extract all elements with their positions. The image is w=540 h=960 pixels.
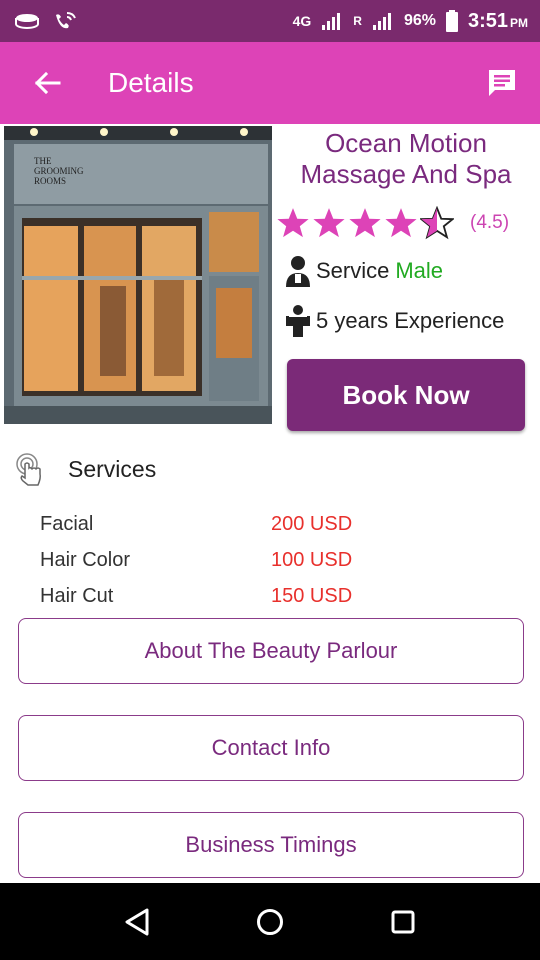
service-type-row: Service Male (284, 254, 443, 288)
service-item: Hair Color 100 USD (40, 542, 380, 578)
nav-home-button[interactable] (250, 902, 290, 942)
battery-icon (445, 10, 458, 32)
nav-recents-button[interactable] (383, 902, 423, 942)
square-recents-icon (391, 910, 415, 933)
service-price: 200 USD (271, 512, 353, 535)
shop-photo: THE GROOMING ROOMS (4, 126, 272, 424)
wifi-call-icon (56, 12, 76, 29)
signal-icon (322, 13, 341, 30)
page-title: Details (108, 67, 194, 98)
service-name: Hair Cut (40, 584, 114, 607)
storage-icon (15, 14, 39, 29)
star-full-icon (349, 208, 381, 238)
about-button[interactable]: About The Beauty Parlour (18, 618, 524, 684)
service-name: Hair Color (40, 548, 131, 571)
status-bar-right: 4G R 96% 3:51 PM (293, 10, 528, 33)
business-timings-button[interactable]: Business Timings (18, 812, 524, 878)
book-now-button[interactable]: Book Now (287, 359, 525, 431)
touch-icon (16, 453, 41, 486)
service-gender: Male (395, 258, 444, 283)
battery-percent: 96% (403, 12, 436, 29)
service-label: Service (316, 258, 390, 283)
services-header: Services (14, 452, 156, 486)
signal-2-icon (372, 13, 391, 30)
app-bar: Details (0, 42, 540, 124)
service-item: Facial 200 USD (40, 506, 380, 542)
services-title: Services (68, 455, 157, 482)
service-price: 100 USD (271, 548, 353, 571)
service-name: Facial (40, 512, 94, 535)
star-full-icon (277, 208, 309, 238)
clock: 3:51 PM (468, 10, 528, 33)
triangle-back-icon (125, 908, 149, 935)
circle-home-icon (256, 908, 283, 935)
network-type: 4G (292, 13, 312, 29)
rating-value: (4.5) (470, 212, 510, 233)
service-item: Hair Cut 150 USD (40, 578, 380, 614)
status-bar: 4G R 96% 3:51 PM (0, 0, 540, 42)
clock-time: 3:51 (467, 9, 508, 32)
shop-name: Ocean Motion Massage And Spa (300, 128, 512, 189)
message-button[interactable] (482, 63, 522, 103)
roaming-indicator: R (353, 14, 362, 28)
status-bar-left (14, 10, 78, 32)
arrow-left-icon (34, 71, 61, 95)
worker-icon (286, 305, 310, 337)
shop-info: Ocean Motion Massage And Spa (4.5) Servi… (276, 126, 536, 337)
back-button[interactable] (30, 66, 64, 100)
clock-suffix: PM (510, 15, 528, 30)
service-person-icon (286, 256, 310, 287)
service-price: 150 USD (271, 584, 353, 607)
star-full-icon (313, 208, 345, 238)
experience-row: 5 years Experience (284, 304, 504, 338)
star-full-icon (385, 208, 417, 238)
system-nav-bar (0, 883, 540, 960)
services-list: Facial 200 USD Hair Color 100 USD Hair C… (40, 506, 380, 614)
contact-info-button[interactable]: Contact Info (18, 715, 524, 781)
rating: (4.5) (276, 206, 509, 240)
experience-text: 5 years Experience (316, 308, 505, 333)
nav-back-button[interactable] (117, 902, 157, 942)
star-half-icon (420, 206, 454, 240)
message-icon (489, 70, 515, 96)
